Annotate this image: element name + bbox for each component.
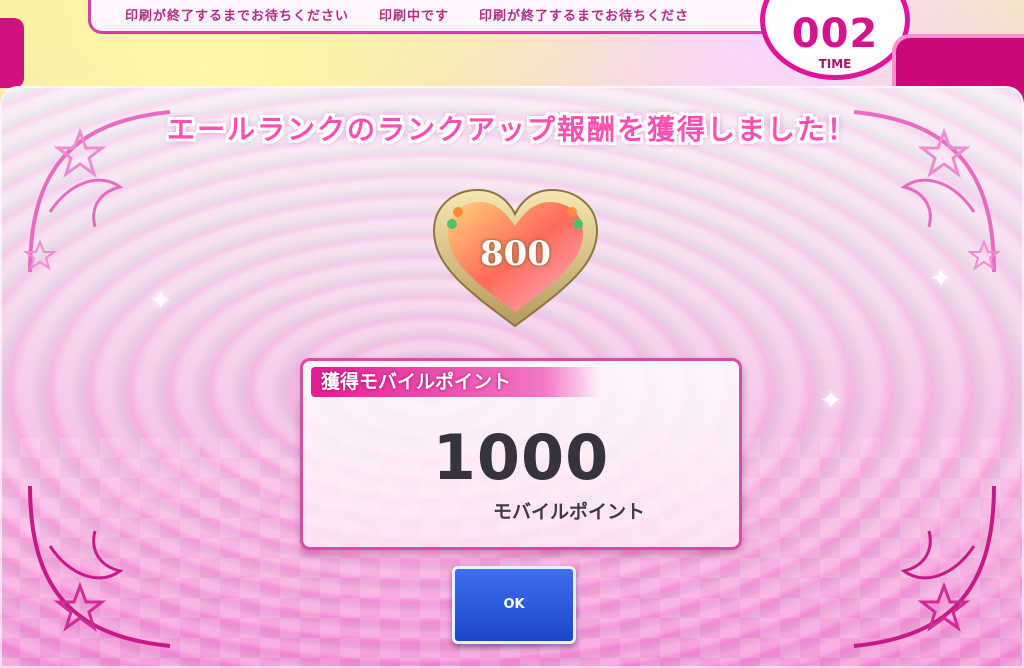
timer-label: TIME [818,57,852,71]
corner-ornament-bottom-left [28,485,171,648]
left-panel-tab [0,18,24,88]
sparkle-icon: ✦ [930,264,952,294]
reward-dialog: エールランクのランクアップ報酬を獲得しました！ 800 ✦ ✦ ✦ 獲得モバイル… [0,86,1024,668]
points-label: 獲得モバイルポイント [311,367,601,397]
ok-button[interactable]: OK [452,566,576,644]
sparkle-icon: ✦ [820,386,842,416]
timer-value: 002 [791,11,879,57]
ticker-message-2: 印刷中です [379,8,450,24]
reward-title: エールランクのランクアップ報酬を獲得しました！ [166,113,857,146]
heart-reward-icon: 800 [428,186,603,331]
points-unit: モバイルポイント [493,501,646,523]
corner-ornament-bottom-right [853,485,996,648]
ticker-message-3: 印刷が終了するまでお待ちくださ [479,8,690,24]
print-status-banner: 印刷が終了するまでお待ちください 印刷中です 印刷が終了するまでお待ちくださ [88,0,788,34]
ticker-message-1: 印刷が終了するまでお待ちください [125,8,350,24]
mobile-points-panel: 獲得モバイルポイント 1000 モバイルポイント [300,358,742,550]
points-value: 1000 [432,421,610,494]
heart-reward-value: 800 [480,234,551,274]
countdown-timer: 002 TIME [760,0,910,80]
sparkle-icon: ✦ [150,286,172,316]
